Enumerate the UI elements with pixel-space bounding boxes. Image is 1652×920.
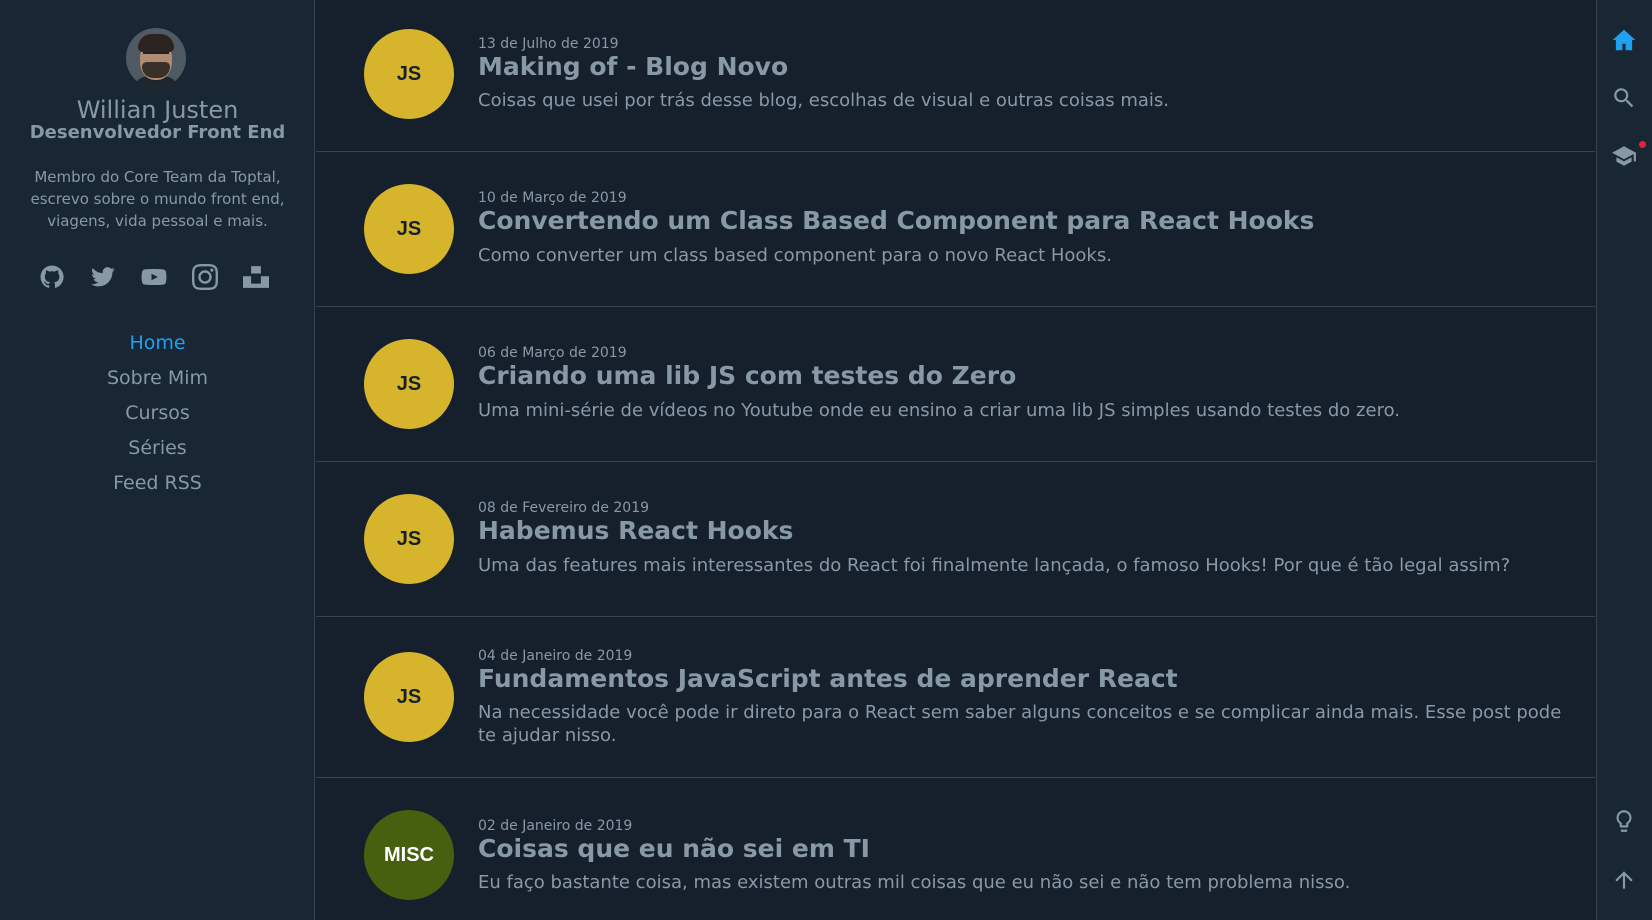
- github-link[interactable]: [38, 264, 66, 292]
- theme-toggle-button[interactable]: [1611, 808, 1639, 836]
- author-description: Membro do Core Team da Toptal, escrevo s…: [30, 168, 285, 230]
- post-date: 10 de Março de 2019: [478, 190, 627, 206]
- post-title[interactable]: Fundamentos JavaScript antes de aprender…: [478, 664, 1178, 693]
- menu-item-feed-rss[interactable]: Feed RSS: [0, 470, 315, 505]
- menu-item-sobre-mim[interactable]: Sobre Mim: [0, 365, 315, 400]
- search-icon: [1614, 88, 1634, 108]
- post-description: Uma das features mais interessantes do R…: [478, 555, 1511, 576]
- notification-dot: [1639, 141, 1646, 148]
- main-menu: Home Sobre Mim Cursos Séries Feed RSS: [0, 330, 315, 505]
- twitter-link[interactable]: [89, 264, 117, 292]
- post-description: Eu faço bastante coisa, mas existem outr…: [478, 872, 1351, 893]
- menu-item-home[interactable]: Home: [0, 330, 315, 365]
- post-item[interactable]: JS 10 de Março de 2019 Convertendo um Cl…: [316, 152, 1595, 307]
- github-icon: [40, 265, 64, 288]
- post-title[interactable]: Criando uma lib JS com testes do Zero: [478, 361, 1016, 390]
- post-description: Na necessidade você pode ir direto para …: [478, 702, 1562, 746]
- author-name[interactable]: Willian Justen: [0, 96, 315, 124]
- profile-sidebar: Willian Justen Desenvolvedor Front End M…: [0, 0, 315, 920]
- youtube-link[interactable]: [140, 264, 168, 292]
- post-title[interactable]: Habemus React Hooks: [478, 516, 793, 545]
- post-date: 04 de Janeiro de 2019: [478, 648, 633, 664]
- post-title[interactable]: Making of - Blog Novo: [478, 52, 788, 81]
- blog-app: Willian Justen Desenvolvedor Front End M…: [0, 0, 1652, 920]
- post-tag: JS: [364, 494, 454, 584]
- youtube-icon: [141, 268, 167, 286]
- post-title[interactable]: Coisas que eu não sei em TI: [478, 834, 870, 863]
- graduation-cap-icon: [1612, 146, 1636, 166]
- post-item[interactable]: JS 06 de Março de 2019 Criando uma lib J…: [316, 307, 1595, 462]
- home-icon: [1612, 29, 1636, 51]
- instagram-link[interactable]: [191, 264, 219, 292]
- right-toolbar: [1596, 0, 1652, 920]
- post-description: Como converter um class based component …: [478, 245, 1112, 266]
- menu-item-series[interactable]: Séries: [0, 435, 315, 470]
- post-list: JS 13 de Julho de 2019 Making of - Blog …: [316, 0, 1595, 920]
- home-button[interactable]: [1611, 27, 1639, 55]
- post-tag: JS: [364, 652, 454, 742]
- menu-item-cursos[interactable]: Cursos: [0, 400, 315, 435]
- arrow-up-icon: [1615, 871, 1633, 889]
- unsplash-link[interactable]: [242, 264, 270, 292]
- scroll-top-button[interactable]: [1611, 867, 1639, 895]
- post-item[interactable]: MISC 02 de Janeiro de 2019 Coisas que eu…: [316, 778, 1595, 920]
- post-date: 08 de Fevereiro de 2019: [478, 500, 650, 516]
- avatar[interactable]: [126, 28, 186, 88]
- post-item[interactable]: JS 08 de Fevereiro de 2019 Habemus React…: [316, 462, 1595, 617]
- post-item[interactable]: JS 04 de Janeiro de 2019 Fundamentos Jav…: [316, 617, 1595, 778]
- author-role: Desenvolvedor Front End: [29, 122, 286, 143]
- search-button[interactable]: [1611, 85, 1639, 113]
- post-date: 06 de Março de 2019: [478, 345, 627, 361]
- post-description: Uma mini-série de vídeos no Youtube onde…: [478, 400, 1400, 421]
- post-title[interactable]: Convertendo um Class Based Component par…: [478, 206, 1314, 235]
- post-tag: MISC: [364, 810, 454, 900]
- courses-button[interactable]: [1611, 143, 1639, 171]
- instagram-icon: [192, 264, 218, 290]
- unsplash-icon: [243, 266, 269, 288]
- twitter-icon: [91, 267, 115, 287]
- post-item[interactable]: JS 13 de Julho de 2019 Making of - Blog …: [316, 0, 1595, 152]
- post-description: Coisas que usei por trás desse blog, esc…: [478, 90, 1170, 111]
- post-tag: JS: [364, 339, 454, 429]
- post-date: 02 de Janeiro de 2019: [478, 818, 633, 834]
- post-tag: JS: [364, 29, 454, 119]
- post-tag: JS: [364, 184, 454, 274]
- post-date: 13 de Julho de 2019: [478, 36, 619, 52]
- lightbulb-icon: [1616, 810, 1632, 832]
